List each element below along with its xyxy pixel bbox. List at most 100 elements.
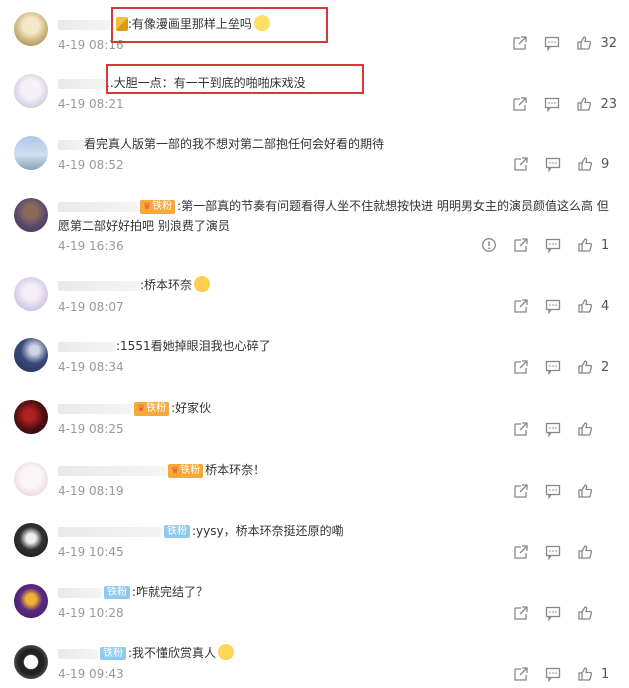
username-placeholder[interactable] — [58, 280, 140, 291]
avatar[interactable] — [14, 400, 48, 434]
share-button[interactable] — [508, 419, 534, 439]
comment-button[interactable] — [540, 664, 566, 684]
comment-icon — [545, 238, 561, 253]
comment-icon — [545, 545, 561, 560]
comment-time: 4-19 10:28 — [58, 606, 124, 620]
comment-text: 看完真人版第一部的我不想对第二部抱任何会好看的期待 — [84, 137, 385, 151]
like-button[interactable] — [572, 235, 598, 255]
thumb-up-icon — [578, 299, 593, 313]
thumb-up-icon — [578, 422, 593, 436]
fan-badge[interactable]: 铁粉 — [100, 647, 126, 660]
like-count: 23 — [600, 96, 617, 112]
like-count: 4 — [601, 298, 610, 314]
fan-badge[interactable]: 铁粉 — [140, 199, 176, 214]
like-button[interactable] — [572, 481, 598, 501]
username-placeholder[interactable] — [58, 341, 116, 352]
comment-icon — [545, 484, 561, 499]
username-placeholder[interactable] — [58, 648, 98, 659]
like-button[interactable] — [572, 664, 598, 684]
fan-badge[interactable]: 铁粉 — [134, 401, 170, 416]
like-button[interactable] — [571, 94, 597, 114]
avatar[interactable] — [14, 584, 48, 618]
username-placeholder[interactable] — [58, 139, 84, 150]
share-icon — [514, 484, 528, 498]
comment-item: :桥本环奈 4-19 08:07 4 — [0, 276, 629, 327]
comment-time: 4-19 08:19 — [58, 484, 124, 498]
comment-icon — [545, 360, 561, 375]
comment-text: :我不懂欣赏真人 — [128, 646, 217, 660]
like-count: 32 — [600, 35, 617, 51]
comment-button[interactable] — [540, 419, 566, 439]
fan-badge[interactable]: 铁粉 — [168, 463, 204, 478]
comment-icon — [545, 422, 561, 437]
comment-item: 铁粉:第一部真的节奏有问题看得人坐不住就想按快进 明明男女主的演员颜值这么高 但… — [0, 195, 629, 255]
share-button[interactable] — [508, 542, 534, 562]
comment-button[interactable] — [540, 154, 566, 174]
share-button[interactable] — [508, 481, 534, 501]
comment-icon — [545, 667, 561, 682]
comment-time: 4-19 10:45 — [58, 545, 124, 559]
avatar[interactable] — [14, 277, 48, 311]
share-button[interactable] — [508, 235, 534, 255]
comment-button[interactable] — [540, 603, 566, 623]
comment-icon — [545, 97, 560, 112]
like-button[interactable] — [572, 296, 598, 316]
thumb-up-icon — [578, 545, 593, 559]
report-button[interactable] — [476, 235, 502, 255]
comment-button[interactable] — [539, 33, 565, 53]
comment-item: 铁粉:咋就完结了？ 4-19 10:28 — [0, 584, 629, 634]
username-placeholder[interactable] — [58, 78, 106, 89]
avatar[interactable] — [14, 523, 48, 557]
username-placeholder[interactable] — [58, 201, 138, 212]
like-count: 1 — [601, 237, 610, 253]
comment-button[interactable] — [540, 481, 566, 501]
comment-button[interactable] — [540, 296, 566, 316]
thumb-up-icon — [578, 484, 593, 498]
comment-item: 铁粉:yysy，桥本环奈挺还原的嘞 4-19 10:45 — [0, 523, 629, 573]
comment-time: 4-19 16:36 — [58, 239, 124, 253]
avatar[interactable] — [14, 462, 48, 496]
like-button[interactable] — [572, 419, 598, 439]
username-placeholder[interactable] — [58, 19, 110, 30]
like-button[interactable] — [572, 357, 598, 377]
avatar[interactable] — [14, 12, 48, 46]
share-button[interactable] — [508, 357, 534, 377]
comment-icon — [545, 157, 561, 172]
comment-item: 铁粉桥本环奈！ 4-19 08:19 — [0, 462, 629, 512]
share-button[interactable] — [508, 296, 534, 316]
comment-button[interactable] — [540, 357, 566, 377]
share-icon — [514, 157, 528, 171]
comment-text: :好家伙 — [171, 401, 212, 415]
fan-badge[interactable]: 铁粉 — [104, 586, 130, 599]
share-button[interactable] — [507, 94, 533, 114]
report-icon — [482, 238, 496, 252]
avatar[interactable] — [14, 338, 48, 372]
avatar[interactable] — [14, 645, 48, 679]
username-placeholder[interactable] — [58, 403, 132, 414]
share-button[interactable] — [508, 603, 534, 623]
comment-button[interactable] — [540, 235, 566, 255]
share-icon — [514, 360, 528, 374]
heart-eyes-emoji-icon — [194, 276, 211, 292]
comment-icon — [545, 36, 560, 51]
comment-button[interactable] — [539, 94, 565, 114]
comment-text: :yysy，桥本环奈挺还原的嘞 — [192, 524, 344, 538]
avatar[interactable] — [14, 136, 48, 170]
share-button[interactable] — [507, 33, 533, 53]
like-button[interactable] — [572, 542, 598, 562]
avatar[interactable] — [14, 198, 48, 232]
share-icon — [514, 299, 528, 313]
username-placeholder[interactable] — [58, 526, 162, 537]
share-button[interactable] — [508, 664, 534, 684]
fan-badge[interactable]: 铁粉 — [164, 525, 190, 538]
avatar[interactable] — [14, 74, 48, 108]
like-button[interactable] — [572, 603, 598, 623]
share-button[interactable] — [508, 154, 534, 174]
comment-button[interactable] — [540, 542, 566, 562]
thumb-up-icon — [578, 157, 593, 171]
like-button[interactable] — [571, 33, 597, 53]
username-placeholder[interactable] — [58, 587, 102, 598]
username-placeholder[interactable] — [58, 465, 166, 476]
comment-time: 4-19 08:34 — [58, 360, 124, 374]
like-button[interactable] — [572, 154, 598, 174]
